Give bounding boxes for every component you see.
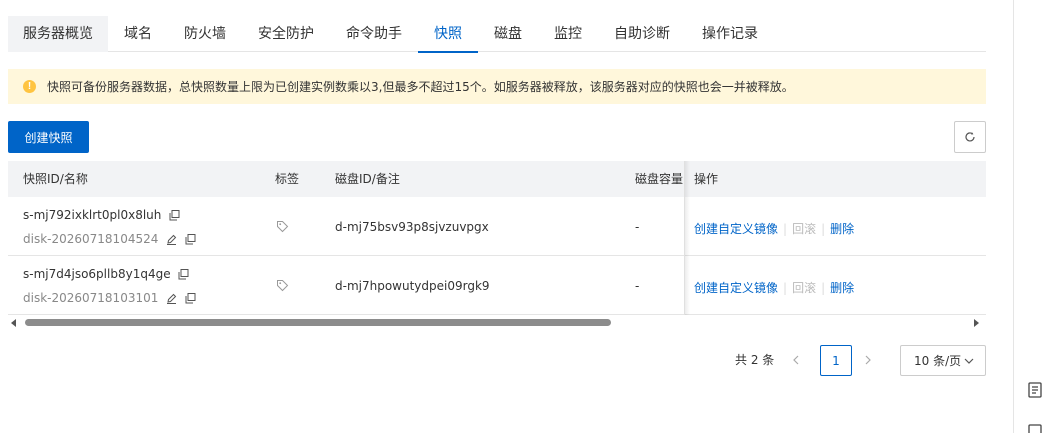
rollback-link[interactable]: 回滚 [792,222,816,236]
operations-cell: 创建自定义镜像 | 回滚 | 删除 [694,281,855,295]
tab-overview[interactable]: 服务器概览 [8,16,108,52]
operations-cell: 创建自定义镜像 | 回滚 | 删除 [694,222,855,236]
tab-bar: 服务器概览 域名 防火墙 安全防护 命令助手 快照 磁盘 监控 自助诊断 操作记… [8,16,986,53]
prev-page-button[interactable] [787,347,805,373]
table-row: s-mj7d4jso6pllb8y1q4ge disk-202607181031… [8,256,986,315]
snapshot-id: s-mj7d4jso6pllb8y1q4ge [23,267,171,281]
copy-icon[interactable] [178,269,189,280]
chevron-right-icon [865,355,871,365]
page-size-select[interactable]: 10 条/页 [900,345,986,376]
horizontal-scrollbar[interactable] [8,315,986,330]
create-custom-image-link[interactable]: 创建自定义镜像 [694,281,778,295]
next-page-button[interactable] [859,347,877,373]
snapshot-id: s-mj792ixklrt0pl0x8luh [23,208,162,222]
tab-self-diagnosis[interactable]: 自助诊断 [598,16,686,52]
refresh-button[interactable] [954,121,986,153]
rollback-link[interactable]: 回滚 [792,281,816,295]
header-disk-id: 磁盘ID/备注 [335,172,400,186]
chevron-left-icon [793,355,799,365]
snapshot-name-cell: disk-20260718103101 [23,291,196,305]
fixed-column-divider [684,161,685,315]
snapshot-table: 快照ID/名称 标签 磁盘ID/备注 磁盘容量 操作 s-mj792ixklrt… [8,161,986,315]
tab-operation-log[interactable]: 操作记录 [686,16,774,52]
copy-icon[interactable] [185,234,196,245]
tag-cell[interactable] [276,220,289,236]
scroll-right-icon[interactable] [974,319,979,327]
delete-link[interactable]: 删除 [830,222,854,236]
snapshot-notice: ! 快照可备份服务器数据，总快照数量上限为已创建实例数乘以3,但最多不超过15个… [8,69,986,104]
snapshot-name-cell: disk-20260718104524 [23,232,196,246]
disk-id: d-mj7hpowutydpei09rgk9 [335,279,490,293]
snapshot-id-cell: s-mj792ixklrt0pl0x8luh [23,208,180,222]
tag-icon [277,280,289,292]
disk-size: - [635,220,640,234]
tab-security[interactable]: 安全防护 [242,16,330,52]
snapshot-name: disk-20260718103101 [23,291,159,305]
document-icon[interactable] [1028,382,1042,398]
edit-icon[interactable] [166,234,177,245]
snapshot-name: disk-20260718104524 [23,232,159,246]
refresh-icon [965,132,975,142]
delete-link[interactable]: 删除 [830,281,854,295]
header-snapshot-id: 快照ID/名称 [23,172,88,186]
notice-text: 快照可备份服务器数据，总快照数量上限为已创建实例数乘以3,但最多不超过15个。如… [47,80,794,94]
table-row: s-mj792ixklrt0pl0x8luh disk-202607181045… [8,197,986,256]
tab-disk[interactable]: 磁盘 [478,16,538,52]
warning-icon: ! [23,80,36,93]
pagination-total: 共 2 条 [735,353,775,367]
tab-monitor[interactable]: 监控 [538,16,598,52]
page-number-button[interactable]: 1 [820,345,852,376]
scroll-left-icon[interactable] [11,319,16,327]
tab-snapshot[interactable]: 快照 [418,16,478,53]
snapshot-id-cell: s-mj7d4jso6pllb8y1q4ge [23,267,189,281]
table-header: 快照ID/名称 标签 磁盘ID/备注 磁盘容量 操作 [8,161,986,197]
header-tags: 标签 [275,172,300,186]
edit-icon[interactable] [166,293,177,304]
chevron-down-icon [964,358,974,364]
page-size-value: 10 条/页 [914,354,962,368]
tab-domain[interactable]: 域名 [108,16,168,52]
create-snapshot-button[interactable]: 创建快照 [8,121,89,153]
create-custom-image-link[interactable]: 创建自定义镜像 [694,222,778,236]
disk-size: - [635,279,640,293]
header-disk-size: 磁盘容量 [635,172,684,186]
panel-icon[interactable] [1028,424,1042,433]
disk-id: d-mj75bsv93p8sjvzuvpgx [335,220,489,234]
tab-firewall[interactable]: 防火墙 [168,16,242,52]
right-side-panel [1013,0,1052,433]
copy-icon[interactable] [169,210,180,221]
tag-icon [277,221,289,233]
copy-icon[interactable] [185,293,196,304]
scrollbar-thumb[interactable] [25,319,611,326]
tab-command-assistant[interactable]: 命令助手 [330,16,418,52]
header-operations: 操作 [694,172,719,186]
tag-cell[interactable] [276,279,289,295]
